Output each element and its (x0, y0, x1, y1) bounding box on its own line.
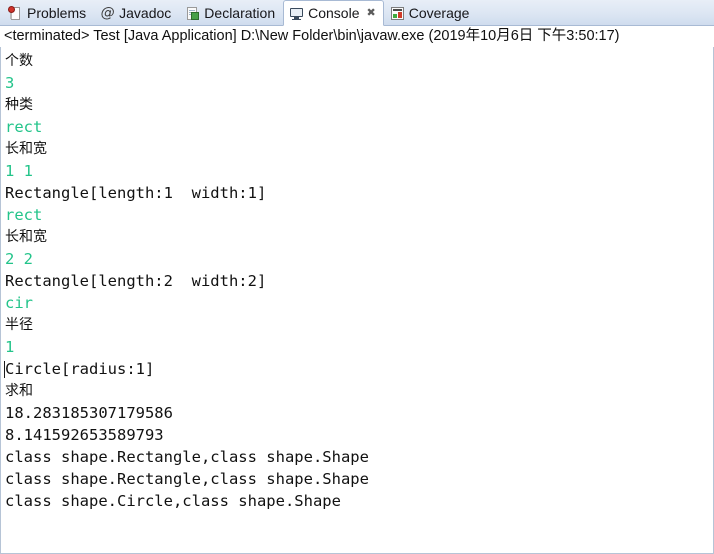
console-icon (289, 6, 304, 21)
tab-label: Console (308, 5, 360, 21)
view-tab-bar: Problems @ Javadoc Declaration Console ✖ Cover… (0, 0, 714, 26)
tab-label: Javadoc (119, 5, 172, 21)
eclipse-console-view: Problems @ Javadoc Declaration Console ✖ Cover… (0, 0, 714, 554)
console-input-line: 1 1 (5, 162, 33, 180)
console-output-line: Circle[radius:1] (5, 360, 155, 378)
console-output-line: 求和 (5, 383, 33, 399)
text-caret (4, 361, 5, 378)
tab-javadoc[interactable]: @ Javadoc (94, 0, 179, 25)
console-output-line: 个数 (5, 53, 33, 69)
console-output-line: Rectangle[length:2 width:2] (5, 272, 267, 290)
console-output-line: Rectangle[length:1 width:1] (5, 184, 267, 202)
console-output-area[interactable]: 个数 3 种类 rect 长和宽 1 1 Rectangle[length:1 width:… (0, 47, 714, 554)
tab-problems[interactable]: Problems (2, 0, 94, 25)
javadoc-icon: @ (100, 4, 115, 21)
problems-icon (8, 5, 23, 21)
tab-label: Declaration (204, 5, 276, 21)
console-output-line: 半径 (5, 317, 33, 333)
console-input-line: 1 (5, 338, 15, 356)
tab-label: Coverage (408, 5, 470, 21)
console-output-line: 长和宽 (5, 141, 47, 157)
console-output-line: 18.283185307179586 (5, 404, 173, 422)
tab-console[interactable]: Console ✖ (283, 0, 384, 26)
tab-coverage[interactable]: Coverage (384, 0, 478, 25)
declaration-icon (185, 6, 200, 21)
coverage-icon (390, 6, 405, 21)
console-input-line: rect (5, 206, 43, 224)
console-output-line: class shape.Circle,class shape.Shape (5, 492, 341, 510)
close-icon[interactable]: ✖ (367, 7, 376, 19)
console-output-line: 长和宽 (5, 229, 47, 245)
console-output-line: 种类 (5, 97, 33, 113)
console-output-line: 8.141592653589793 (5, 426, 164, 444)
console-input-line: rect (5, 118, 43, 136)
tab-declaration[interactable]: Declaration (179, 0, 283, 25)
console-input-line: cir (5, 294, 33, 312)
console-output-line: class shape.Rectangle,class shape.Shape (5, 470, 369, 488)
console-input-line: 2 2 (5, 250, 33, 268)
tab-label: Problems (27, 5, 87, 21)
console-input-line: 3 (5, 74, 15, 92)
console-output-line: class shape.Rectangle,class shape.Shape (5, 448, 369, 466)
process-description-line: <terminated> Test [Java Application] D:\… (0, 26, 714, 47)
